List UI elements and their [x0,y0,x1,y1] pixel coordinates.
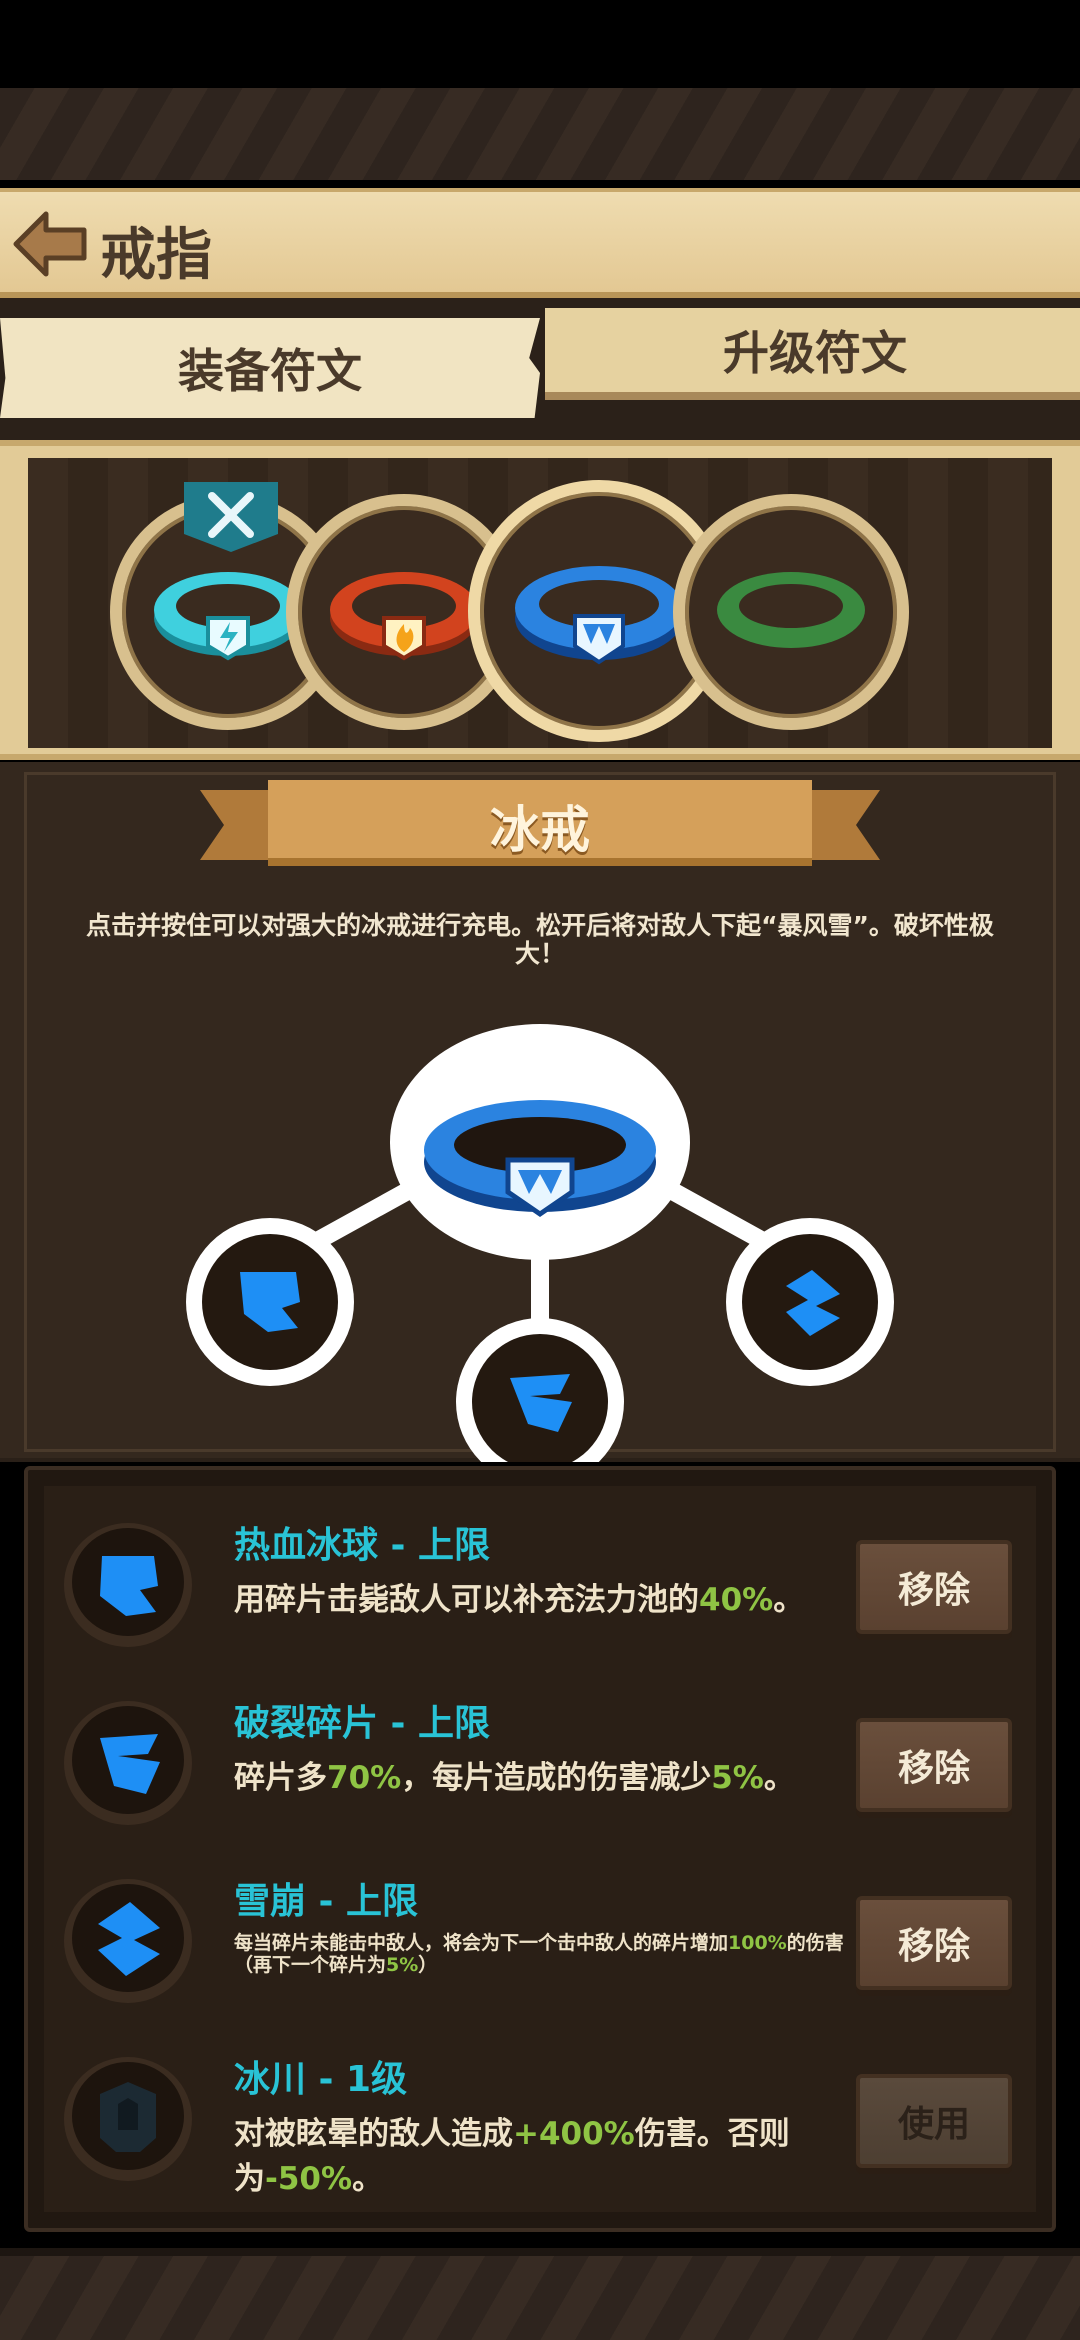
tree-node-shatter-shard[interactable] [456,1318,624,1462]
bloody-iceball-icon [64,1523,192,1647]
tree-node-avalanche[interactable] [726,1218,894,1386]
upgrade-tree [186,1024,894,1462]
bottom-decor-band [0,2248,1080,2340]
upgrade-description: 碎片多70%，每片造成的伤害减少5%。 [234,1760,795,1796]
status-bar [0,0,1080,88]
tabs-row: 装备符文 升级符文 [0,298,1080,448]
ring-description: 点击并按住可以对强大的冰戒进行充电。松开后将对敌人下起“暴风雪”。破坏性极大！ [86,911,994,968]
upgrade-list: 热血冰球 - 上限 用碎片击毙敌人可以补充法力池的40%。 移除 破裂碎片 - … [44,1486,1036,2212]
upgrade-row-shatter-shard: 破裂碎片 - 上限 碎片多70%，每片造成的伤害减少5%。 移除 [44,1676,1036,1836]
page-title: 戒指 [100,223,212,288]
shatter-shard-icon [64,1701,192,1825]
tree-node-bloody-iceball[interactable] [186,1218,354,1386]
upgrade-title: 热血冰球 - 上限 [234,1525,491,1566]
tab-equip-runes-label: 装备符文 [178,344,362,398]
upgrade-description: 用碎片击毙敌人可以补充法力池的40%。 [234,1582,805,1618]
remove-button[interactable]: 移除 [856,1718,1012,1812]
upgrade-title: 雪崩 - 上限 [234,1881,419,1922]
tree-ring-node[interactable] [390,1024,690,1260]
upgrade-row-bloody-iceball: 热血冰球 - 上限 用碎片击毙敌人可以补充法力池的40%。 移除 [44,1498,1036,1658]
tab-upgrade-runes[interactable]: 升级符文 [545,308,1080,400]
avalanche-icon [64,1879,192,2003]
upgrade-title: 冰川 - 1级 [234,2059,408,2100]
top-decor-band [0,88,1080,180]
header-bar: 戒指 [0,188,1080,298]
upgrade-row-avalanche: 雪崩 - 上限 每当碎片未能击中敌人，将会为下一个击中敌人的碎片增加100%的伤… [44,1854,1036,2014]
upgrade-title: 破裂碎片 - 上限 [234,1703,491,1744]
ring-carousel[interactable] [28,458,1052,748]
upgrade-description: 每当碎片未能击中敌人，将会为下一个击中敌人的碎片增加100%的伤害（再下一个碎片… [234,1932,844,1976]
tab-equip-runes[interactable]: 装备符文 [0,318,540,418]
use-button[interactable]: 使用 [856,2074,1012,2168]
remove-button[interactable]: 移除 [856,1540,1012,1634]
ring-detail-panel: 冰戒 点击并按住可以对强大的冰戒进行充电。松开后将对敌人下起“暴风雪”。破坏性极… [0,762,1080,1462]
upgrade-list-panel: 热血冰球 - 上限 用碎片击毙敌人可以补充法力池的40%。 移除 破裂碎片 - … [24,1466,1056,2232]
upgrade-row-glacier: 冰川 - 1级 对被眩晕的敌人造成+400%伤害。否则为-50%。 使用 [44,2032,1036,2197]
tab-upgrade-runes-label: 升级符文 [723,326,907,380]
ring-name: 冰戒 [490,801,590,859]
green-ring-icon [717,572,865,648]
glacier-icon [64,2057,192,2181]
equipped-badge-icon [182,482,280,552]
remove-button[interactable]: 移除 [856,1896,1012,1990]
back-arrow-icon[interactable] [12,208,90,280]
ring-slot-green[interactable] [673,494,909,730]
upgrade-description: 对被眩晕的敌人造成+400%伤害。否则为-50%。 [234,2116,790,2197]
ring-selector-strip [0,440,1080,760]
